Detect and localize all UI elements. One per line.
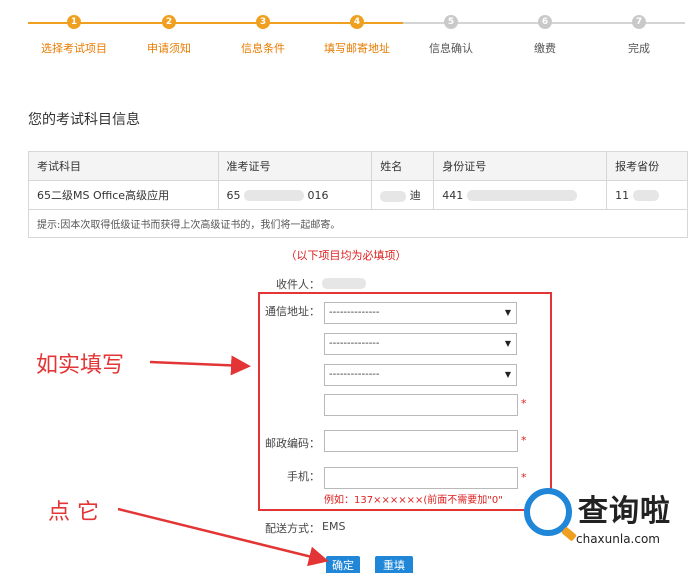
- redacted-blur: [466, 190, 577, 201]
- step-label: 信息确认: [429, 42, 473, 55]
- step-info-conditions: 3 信息条件: [213, 15, 313, 56]
- required-mark: *: [521, 397, 527, 410]
- exam-info-table: 考试科目 准考证号 姓名 身份证号 报考省份 65二级MS Office高级应用…: [28, 151, 688, 238]
- city-select[interactable]: -------------- ▼: [324, 333, 517, 355]
- cell-subject: 65二级MS Office高级应用: [28, 180, 219, 210]
- confirm-button[interactable]: 确定: [326, 556, 360, 573]
- chevron-down-icon: ▼: [504, 308, 511, 317]
- step-label: 申请须知: [147, 42, 191, 55]
- recipient-value-redacted: [322, 278, 366, 289]
- province-prefix: 11: [615, 188, 630, 202]
- table-row: 65二级MS Office高级应用 65 016 迪 441 11: [28, 180, 688, 210]
- step-number: 1: [67, 15, 81, 29]
- street-address-input[interactable]: [324, 394, 518, 416]
- progress-stepper: 1 选择考试项目 2 申请须知 3 信息条件 4 填写邮寄地址 5 信息确认 6…: [0, 0, 692, 70]
- address-label: 通信地址：: [265, 305, 320, 318]
- required-tip: （以下项目均为必填项）: [285, 249, 407, 262]
- name-suffix: 迪: [409, 189, 421, 202]
- step-label: 填写邮寄地址: [324, 42, 390, 55]
- header-subject: 考试科目: [28, 151, 219, 181]
- header-province: 报考省份: [606, 151, 688, 181]
- cell-province: 11: [606, 180, 688, 210]
- postcode-label: 邮政编码：: [265, 437, 320, 450]
- step-info-confirm: 5 信息确认: [401, 15, 501, 56]
- table-note: 提示:因本次取得低级证书而获得上次高级证书的，我们将一起邮寄。: [28, 209, 688, 238]
- redacted-blur: [380, 190, 407, 202]
- step-number: 5: [444, 15, 458, 29]
- step-number: 6: [538, 15, 552, 29]
- required-mark: *: [521, 434, 527, 447]
- cell-ticket-number: 65 016: [217, 180, 373, 210]
- header-name: 姓名: [371, 151, 435, 181]
- step-select-exam: 1 选择考试项目: [24, 15, 124, 56]
- table-note-row: 提示:因本次取得低级证书而获得上次高级证书的，我们将一起邮寄。: [28, 209, 688, 238]
- header-id-number: 身份证号: [433, 151, 608, 181]
- step-label: 缴费: [534, 42, 556, 55]
- redacted-blur: [244, 190, 305, 201]
- redacted-blur: [632, 190, 659, 201]
- select-value: --------------: [329, 369, 380, 380]
- header-ticket-number: 准考证号: [217, 151, 373, 181]
- step-number: 2: [162, 15, 176, 29]
- arrow-to-form: [149, 355, 251, 376]
- cell-name: 迪: [371, 180, 435, 210]
- ticket-prefix: 65: [226, 188, 241, 202]
- ticket-suffix: 016: [307, 188, 329, 202]
- delivery-label: 配送方式：: [265, 522, 320, 535]
- select-value: --------------: [329, 307, 380, 318]
- watermark-domain: chaxunla.com: [576, 532, 660, 546]
- step-number: 7: [632, 15, 646, 29]
- annotation-click-it: 点 它: [48, 500, 99, 525]
- step-payment: 6 缴费: [495, 15, 595, 56]
- phone-input[interactable]: [324, 467, 518, 489]
- chevron-down-icon: ▼: [504, 339, 511, 348]
- watermark-logo: 查询啦 chaxunla.com: [518, 482, 690, 554]
- chevron-down-icon: ▼: [504, 370, 511, 379]
- postcode-input[interactable]: [324, 430, 518, 452]
- id-prefix: 441: [442, 188, 464, 202]
- annotation-fill-truthfully: 如实填写: [36, 353, 125, 378]
- step-label: 完成: [628, 42, 650, 55]
- reset-button[interactable]: 重填: [375, 556, 413, 573]
- step-application-notice: 2 申请须知: [119, 15, 219, 56]
- district-select[interactable]: -------------- ▼: [324, 364, 517, 386]
- cell-id-number: 441: [433, 180, 608, 210]
- step-label: 信息条件: [241, 42, 285, 55]
- delivery-value: EMS: [322, 520, 346, 533]
- table-header-row: 考试科目 准考证号 姓名 身份证号 报考省份: [28, 151, 688, 181]
- section-title: 您的考试科目信息: [28, 112, 140, 128]
- select-value: --------------: [329, 338, 380, 349]
- watermark-brand: 查询啦: [578, 494, 671, 529]
- step-number: 3: [256, 15, 270, 29]
- province-select[interactable]: -------------- ▼: [324, 302, 517, 324]
- phone-hint: 例如：137××××××(前面不需要加"0": [324, 495, 503, 506]
- step-number: 4: [350, 15, 364, 29]
- magnifier-icon: [524, 488, 572, 536]
- step-mailing-address: 4 填写邮寄地址: [307, 15, 407, 56]
- step-label: 选择考试项目: [41, 42, 107, 55]
- step-complete: 7 完成: [589, 15, 689, 56]
- phone-label: 手机：: [287, 470, 320, 483]
- recipient-label: 收件人：: [276, 278, 320, 291]
